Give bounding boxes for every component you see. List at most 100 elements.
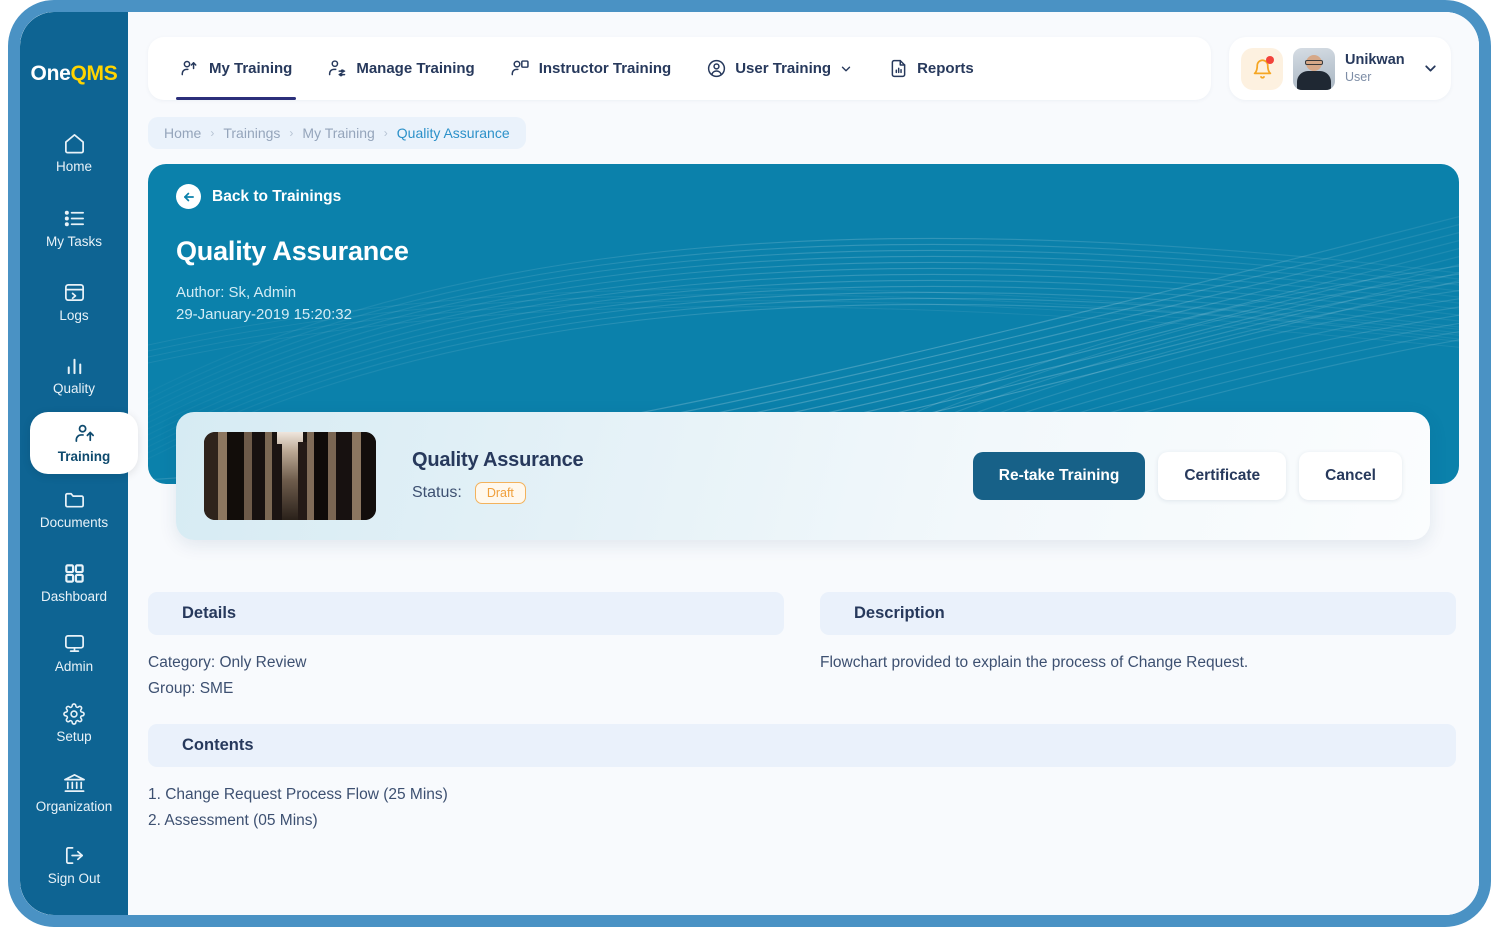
description-heading: Description [820,592,1456,635]
status-label: Status: [412,483,462,501]
tab-label: User Training [735,60,832,77]
sidebar-item-quality[interactable]: Quality [24,344,124,406]
sidebar-item-sign-out[interactable]: Sign Out [24,834,124,896]
sidebar-item-my-tasks[interactable]: My Tasks [24,197,124,259]
list-icon [63,207,86,230]
profile-text: Unikwan User [1345,52,1405,85]
sidebar-item-label: Admin [54,659,94,675]
sidebar-item-home[interactable]: Home [24,122,124,184]
tab-label: Instructor Training [538,60,672,77]
avatar-glasses [1305,59,1323,65]
logs-icon [63,281,86,304]
breadcrumb-separator: › [210,126,215,140]
sidebar-item-label: Logs [59,308,89,324]
breadcrumb-item-trainings[interactable]: Trainings [223,125,280,141]
report-icon [888,58,909,79]
user-add-icon [73,422,96,445]
breadcrumb: Home › Trainings › My Training › Quality Assur… [148,117,526,149]
tab-label: Reports [917,60,974,77]
folder-icon [63,488,86,511]
avatar [1293,47,1335,90]
user-settings-icon [327,58,348,79]
sidebar-item-label: Sign Out [47,871,101,887]
breadcrumb-separator: › [289,126,294,140]
course-summary-card: Quality Assurance Status: Draft Re-take … [176,412,1430,540]
certificate-button[interactable]: Certificate [1158,452,1287,500]
profile-name: Unikwan [1345,52,1405,69]
cancel-button[interactable]: Cancel [1299,452,1402,500]
back-to-trainings-button[interactable]: Back to Trainings [176,184,341,209]
sidebar-item-dashboard[interactable]: Dashboard [24,552,124,614]
re-take-training-button[interactable]: Re-take Training [972,452,1146,500]
course-actions: Re-take Training Certificate Cancel [972,452,1402,500]
grid-icon [63,562,86,585]
tab-label: Manage Training [356,60,475,77]
tab-my-training[interactable]: My Training [166,37,306,100]
description-body: Flowchart provided to explain the proces… [820,654,1249,671]
back-label: Back to Trainings [212,187,342,205]
hero-title: Quality Assurance [176,236,409,266]
tab-reports[interactable]: Reports [874,37,988,100]
bank-icon [63,772,86,795]
brand-one: One [30,62,71,85]
device-frame: OneQMS Home My Tasks Logs Quality Training Do… [8,0,1491,927]
profile-role: User [1345,69,1372,84]
brand-logo: OneQMS [20,62,128,86]
app-viewport: OneQMS Home My Tasks Logs Quality Training Do… [20,12,1479,915]
main-content: My Training Manage Training Instructor Tra… [128,12,1479,915]
breadcrumb-item-quality-assurance: Quality Assurance [396,125,510,141]
sidebar-item-label: Training [57,449,111,465]
hero-meta: Author: Sk, Admin 29-January-2019 15:20:… [176,282,352,326]
notification-button[interactable] [1241,47,1283,90]
user-up-icon [180,58,201,79]
profile-menu[interactable]: Unikwan User [1229,37,1451,100]
tab-user-training[interactable]: User Training [692,37,867,100]
tab-instructor-training[interactable]: Instructor Training [496,37,686,100]
sidebar-item-label: My Tasks [45,234,102,250]
hero-author-line: Author: Sk, Admin [176,284,297,301]
monitor-icon [63,632,86,655]
app-frame: OneQMS Home My Tasks Logs Quality Training Do… [0,0,1491,927]
breadcrumb-item-home[interactable]: Home [164,125,201,141]
sign-out-icon [63,844,86,867]
contents-heading: Contents [148,724,1456,767]
home-icon [63,132,86,155]
sidebar-item-admin[interactable]: Admin [24,622,124,684]
chevron-down-icon[interactable] [1422,60,1439,77]
details-category: Category: Only Review [148,654,307,671]
sidebar-item-label: Documents [39,515,109,531]
sidebar-item-label: Dashboard [40,589,108,605]
details-group: Group: SME [148,679,234,697]
gear-icon [63,702,85,725]
tab-manage-training[interactable]: Manage Training [313,37,488,100]
user-badge-icon [510,58,531,79]
course-thumbnail [204,432,376,520]
top-navigation: My Training Manage Training Instructor Tra… [148,37,1211,100]
sidebar-item-documents[interactable]: Documents [24,478,124,540]
contents-body: 1. Change Request Process Flow (25 Mins)… [148,782,1148,834]
user-circle-icon [706,58,727,79]
course-status-row: Status: Draft [412,481,583,504]
course-card-text: Quality Assurance Status: Draft [412,448,584,504]
breadcrumb-item-my-training[interactable]: My Training [302,125,374,141]
sidebar-item-label: Quality [52,381,96,397]
sidebar-item-training[interactable]: Training [30,412,138,474]
hero-datetime: 29-January-2019 15:20:32 [176,305,352,323]
sidebar-item-label: Setup [56,728,92,744]
chevron-down-icon[interactable] [839,62,853,76]
sidebar-item-label: Organization [35,799,113,815]
details-heading: Details [148,592,784,635]
avatar-body [1297,70,1331,90]
contents-item: 2. Assessment (05 Mins) [148,811,318,829]
brand-qms: QMS [70,62,118,85]
contents-item: 1. Change Request Process Flow (25 Mins) [148,786,448,803]
sidebar-item-logs[interactable]: Logs [24,271,124,333]
arrow-left-icon [176,184,201,209]
sidebar-item-label: Home [55,159,92,175]
sidebar-item-organization[interactable]: Organization [24,762,124,824]
status-badge: Draft [474,481,526,504]
sidebar-item-setup[interactable]: Setup [24,692,124,754]
course-card-title: Quality Assurance [412,448,584,471]
details-body: Category: Only Review Group: SME [148,650,784,702]
notification-dot [1266,55,1274,64]
